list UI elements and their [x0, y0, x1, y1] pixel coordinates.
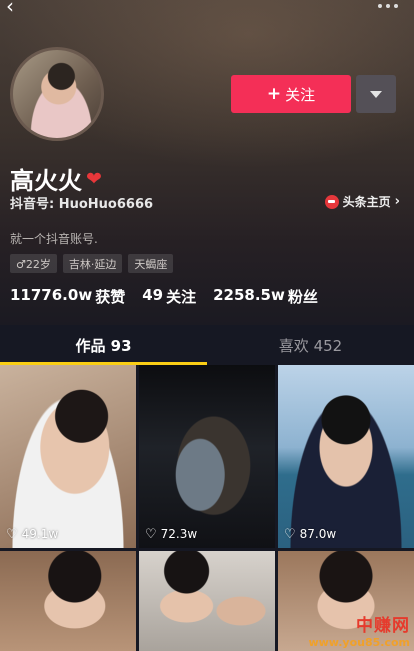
video-likes-count: 87.0w [299, 527, 337, 541]
heart-icon: ❤ [86, 167, 102, 190]
video-likes: ♡ 72.3w [145, 527, 197, 541]
stat-label: 关注 [166, 288, 197, 306]
douyin-id: 抖音号: HuoHuo6666 [10, 197, 154, 212]
stat-following[interactable]: 49 关注 [142, 286, 196, 307]
profile-stats: 11776.0w 获赞 49 关注 2258.5w 粉丝 [10, 286, 318, 307]
tag-zodiac: 天蝎座 [128, 254, 174, 273]
stat-label: 获赞 [95, 288, 126, 306]
video-likes-count: 72.3w [160, 527, 198, 541]
plus-icon: + [266, 84, 282, 104]
chevron-right-icon: › [394, 194, 400, 209]
video-thumbnail[interactable]: ♡ 49.1w [0, 365, 136, 548]
follow-button[interactable]: + 关注 [231, 75, 351, 113]
back-icon[interactable]: ‹ [6, 0, 30, 18]
heart-outline-icon: ♡ [284, 526, 296, 542]
tag-location: 吉林·延边 [62, 254, 123, 273]
recommend-dropdown-button[interactable] [356, 75, 396, 113]
name-row: 高火火 ❤ [10, 161, 102, 196]
tag-age: ♂22岁 [10, 254, 57, 273]
toutiao-icon [324, 194, 339, 209]
video-thumbnail[interactable]: 中赚网 www.you85.com [278, 551, 414, 651]
heart-outline-icon: ♡ [145, 526, 157, 542]
stat-value: 2258.5w [213, 286, 285, 304]
video-thumbnail[interactable] [139, 551, 275, 651]
triangle-down-icon [370, 90, 382, 98]
profile-tabs: 作品 93 喜欢 452 [0, 325, 414, 365]
more-options-icon[interactable] [376, 0, 400, 12]
watermark-url: www.you85.com [308, 636, 410, 649]
profile-tags: ♂22岁 吉林·延边 天蝎座 [10, 254, 174, 273]
toutiao-link-label: 头条主页 [342, 195, 391, 209]
video-likes-count: 49.1w [21, 527, 59, 541]
toutiao-homepage-link[interactable]: 头条主页 › [324, 193, 400, 210]
follow-button-label: 关注 [285, 85, 316, 104]
stat-label: 粉丝 [287, 288, 318, 306]
video-likes: ♡ 87.0w [284, 527, 336, 541]
video-grid: ♡ 49.1w ♡ 72.3w ♡ 87.0w 中赚网 www.you85.co… [0, 365, 414, 651]
avatar[interactable] [10, 47, 104, 141]
watermark-title: 中赚网 [356, 616, 410, 636]
stat-likes: 11776.0w 获赞 [10, 286, 125, 307]
profile-name: 高火火 [10, 167, 82, 195]
video-thumbnail[interactable]: ♡ 87.0w [278, 365, 414, 548]
stat-followers[interactable]: 2258.5w 粉丝 [213, 286, 318, 307]
video-thumbnail[interactable] [0, 551, 136, 651]
profile-header: ‹ + 关注 高火火 ❤ 抖音号: HuoHuo6666 头条主页 › 就一个抖… [0, 0, 414, 325]
video-thumbnail[interactable]: ♡ 72.3w [139, 365, 275, 548]
tab-likes[interactable]: 喜欢 452 [207, 325, 414, 365]
video-likes: ♡ 49.1w [6, 527, 58, 541]
profile-bio: 就一个抖音账号. [10, 232, 98, 246]
stat-value: 49 [142, 286, 164, 304]
heart-outline-icon: ♡ [6, 526, 18, 542]
stat-value: 11776.0w [10, 286, 93, 304]
watermark: 中赚网 www.you85.com [308, 611, 410, 649]
tab-works[interactable]: 作品 93 [0, 325, 207, 365]
